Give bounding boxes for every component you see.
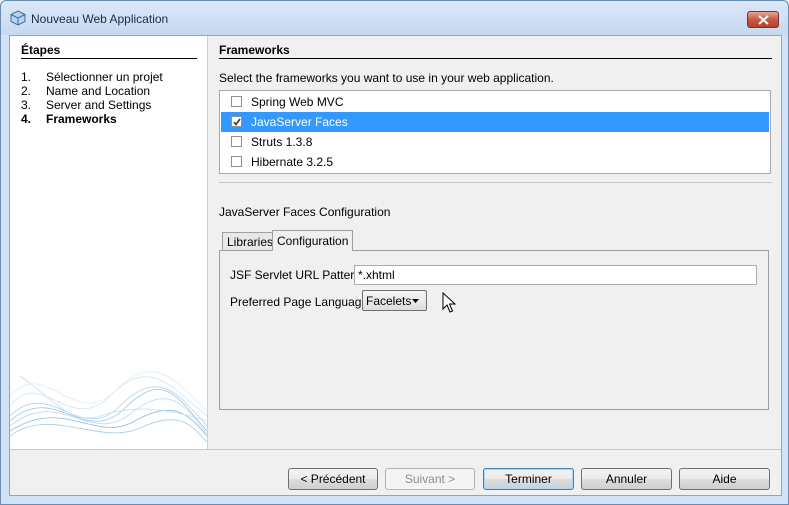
config-section-title: JavaServer Faces Configuration — [219, 205, 391, 219]
framework-item-spring[interactable]: Spring Web MVC — [221, 92, 769, 112]
chevron-down-icon — [412, 299, 419, 303]
steps-list: 1. Sélectionner un projet 2. Name and Loca… — [21, 70, 163, 126]
url-pattern-label: JSF Servlet URL Pattern: — [230, 268, 365, 282]
decorative-wave-image — [10, 371, 207, 443]
close-icon — [758, 15, 769, 25]
url-pattern-input[interactable] — [354, 265, 757, 285]
netbeans-cube-icon — [10, 10, 26, 26]
framework-item-struts[interactable]: Struts 1.3.8 — [221, 132, 769, 152]
mouse-pointer-icon — [442, 292, 456, 313]
page-language-value: Facelets — [366, 294, 412, 308]
framework-item-jsf[interactable]: JavaServer Faces — [221, 112, 769, 132]
step-item: 1. Sélectionner un projet — [21, 70, 163, 84]
help-button[interactable]: Aide — [679, 468, 770, 490]
checkbox-checked[interactable] — [231, 116, 242, 127]
steps-title: Étapes — [21, 43, 61, 57]
window-title: Nouveau Web Application — [31, 12, 169, 26]
dialog-client-area: Étapes 1. Sélectionner un projet 2. Name a… — [9, 35, 782, 496]
previous-button[interactable]: < Précédent — [288, 468, 378, 490]
instruction-text: Select the frameworks you want to use in… — [219, 71, 554, 85]
section-separator — [219, 182, 772, 183]
dialog-window: Nouveau Web Application Étapes 1. Sélecti… — [0, 0, 789, 505]
finish-button[interactable]: Terminer — [483, 468, 574, 490]
frameworks-list[interactable]: Spring Web MVC JavaServer Faces Struts 1… — [219, 90, 771, 174]
framework-item-hibernate[interactable]: Hibernate 3.2.5 — [221, 152, 769, 172]
content-divider — [219, 58, 772, 59]
button-bar-separator — [10, 449, 781, 450]
close-window-button[interactable] — [747, 11, 779, 28]
cancel-button[interactable]: Annuler — [581, 468, 672, 490]
step-item-current: 4. Frameworks — [21, 112, 117, 126]
checkbox[interactable] — [231, 96, 242, 107]
title-bar[interactable]: Nouveau Web Application — [1, 1, 788, 35]
next-button[interactable]: Suivant > — [385, 468, 475, 490]
page-language-dropdown[interactable]: Facelets — [362, 290, 427, 311]
step-item: 3. Server and Settings — [21, 98, 152, 112]
step-item: 2. Name and Location — [21, 84, 151, 98]
content-title: Frameworks — [219, 43, 290, 57]
checkbox[interactable] — [231, 156, 242, 167]
tab-configuration[interactable]: Configuration — [272, 230, 354, 251]
tab-libraries[interactable]: Libraries — [222, 232, 279, 250]
checkmark-icon — [233, 118, 241, 126]
steps-divider — [21, 58, 197, 59]
checkbox[interactable] — [231, 136, 242, 147]
page-language-label: Preferred Page Language: — [230, 295, 372, 309]
steps-panel: Étapes 1. Sélectionner un projet 2. Name a… — [10, 36, 208, 449]
